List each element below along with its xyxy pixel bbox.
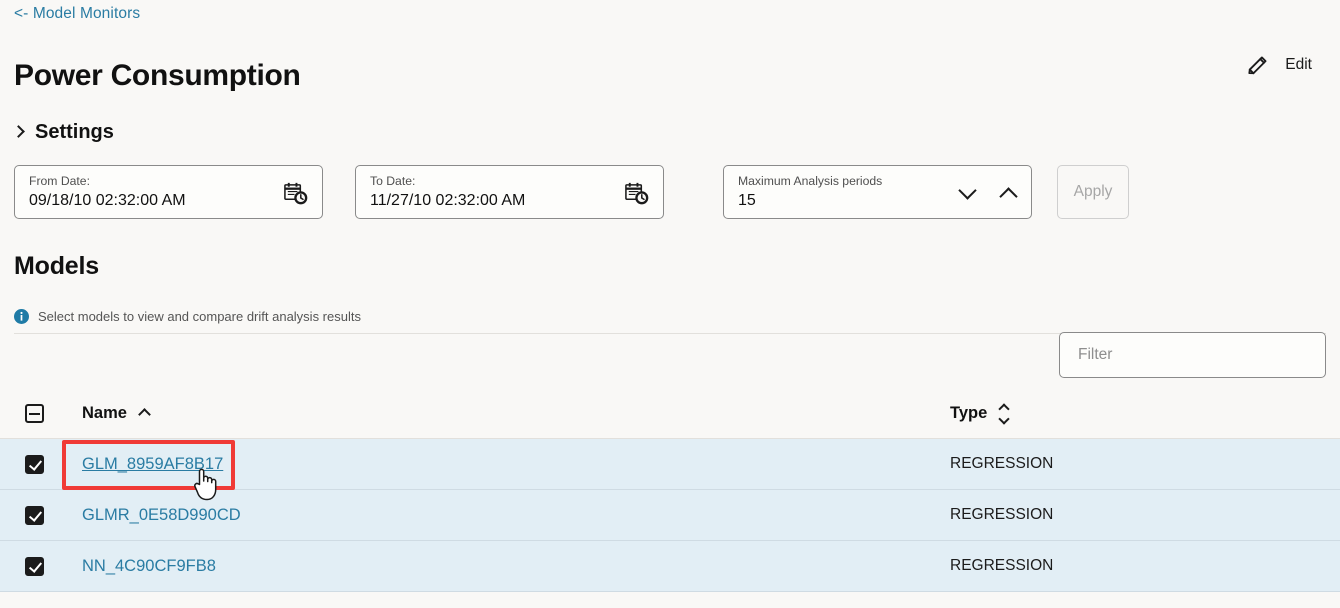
- to-date-label: To Date:: [370, 173, 416, 188]
- row-name-cell: GLMR_0E58D990CD: [68, 506, 950, 525]
- model-type: REGRESSION: [950, 506, 1054, 523]
- checkbox-checked-icon[interactable]: [24, 505, 44, 525]
- from-date-value: 09/18/10 02:32:00 AM: [29, 191, 186, 209]
- edit-label: Edit: [1285, 56, 1312, 73]
- page-title: Power Consumption: [14, 59, 301, 92]
- max-periods-label: Maximum Analysis periods: [738, 173, 883, 188]
- sort-both-icon: [998, 402, 1010, 425]
- breadcrumb-model-monitors[interactable]: <- Model Monitors: [14, 5, 140, 23]
- model-link[interactable]: GLM_8959AF8B17: [82, 455, 223, 474]
- chevron-right-icon: [12, 125, 25, 138]
- column-header-name-label: Name: [82, 404, 127, 422]
- model-link[interactable]: GLMR_0E58D990CD: [82, 506, 241, 525]
- row-type-cell: REGRESSION: [950, 557, 1340, 575]
- table-row[interactable]: GLM_8959AF8B17 REGRESSION: [0, 439, 1340, 490]
- chevron-up-icon: [138, 408, 151, 421]
- to-date-value: 11/27/10 02:32:00 AM: [370, 191, 526, 209]
- settings-label: Settings: [35, 121, 114, 143]
- row-type-cell: REGRESSION: [950, 506, 1340, 524]
- max-analysis-periods-field[interactable]: Maximum Analysis periods 15: [723, 165, 1032, 219]
- row-checkbox-cell: [0, 505, 68, 525]
- max-periods-stepper: [958, 166, 1018, 220]
- settings-fields: From Date: 09/18/10 02:32:00 AM To Date:…: [14, 165, 1129, 219]
- row-checkbox-cell: [0, 454, 68, 474]
- filter-box[interactable]: [1059, 332, 1326, 378]
- table-row[interactable]: GLMR_0E58D990CD REGRESSION: [0, 490, 1340, 541]
- row-name-cell: GLM_8959AF8B17: [68, 455, 950, 474]
- info-icon: [14, 309, 29, 324]
- row-checkbox-cell: [0, 556, 68, 576]
- from-date-field[interactable]: From Date: 09/18/10 02:32:00 AM: [14, 165, 323, 219]
- models-hint-text: Select models to view and compare drift …: [38, 309, 361, 324]
- models-hint: Select models to view and compare drift …: [14, 309, 361, 324]
- select-all-cell: [0, 404, 68, 423]
- table-header-row: Name Type: [0, 389, 1340, 439]
- checkbox-checked-icon[interactable]: [24, 454, 44, 474]
- max-periods-value: 15: [738, 191, 756, 209]
- settings-toggle[interactable]: Settings: [12, 121, 114, 144]
- to-date-field[interactable]: To Date: 11/27/10 02:32:00 AM: [355, 165, 664, 219]
- checkbox-checked-icon[interactable]: [24, 556, 44, 576]
- app-page: <- Model Monitors Power Consumption Edit…: [0, 0, 1340, 608]
- apply-button[interactable]: Apply: [1057, 165, 1129, 219]
- column-header-type[interactable]: Type: [950, 402, 1340, 425]
- chevron-up-icon[interactable]: [999, 186, 1018, 206]
- column-header-type-label: Type: [950, 404, 988, 422]
- table-row[interactable]: NN_4C90CF9FB8 REGRESSION: [0, 541, 1340, 592]
- column-header-name[interactable]: Name: [68, 404, 950, 423]
- checkbox-indeterminate-icon[interactable]: [24, 404, 44, 423]
- row-name-cell: NN_4C90CF9FB8: [68, 557, 950, 576]
- models-section-title: Models: [14, 252, 99, 280]
- model-link[interactable]: NN_4C90CF9FB8: [82, 557, 216, 576]
- calendar-clock-icon[interactable]: [283, 181, 308, 206]
- models-table: Name Type GLM_8959AF8B17 REGRESSION GLMR…: [0, 389, 1340, 592]
- model-type: REGRESSION: [950, 557, 1054, 574]
- chevron-down-icon[interactable]: [958, 180, 977, 200]
- edit-button[interactable]: Edit: [1245, 52, 1312, 78]
- filter-input[interactable]: [1076, 345, 1309, 365]
- model-type: REGRESSION: [950, 455, 1054, 472]
- calendar-clock-icon[interactable]: [624, 181, 649, 206]
- row-type-cell: REGRESSION: [950, 455, 1340, 473]
- pencil-icon: [1245, 52, 1271, 78]
- from-date-label: From Date:: [29, 173, 90, 188]
